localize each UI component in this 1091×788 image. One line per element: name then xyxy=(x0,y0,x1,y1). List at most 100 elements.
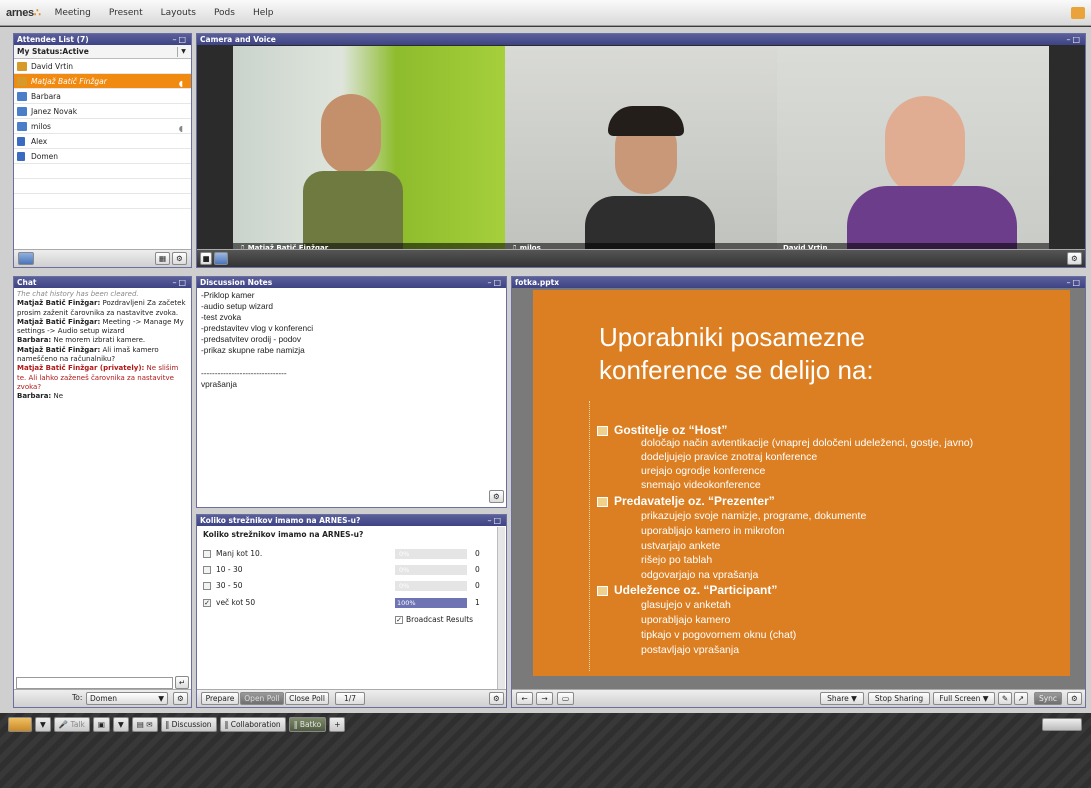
window-controls[interactable]: –□ xyxy=(1066,277,1082,288)
window-controls[interactable]: –□ xyxy=(487,277,503,288)
checkbox[interactable] xyxy=(203,566,211,574)
checkbox[interactable] xyxy=(203,582,211,590)
slide-bullet: glasujejo v anketah xyxy=(641,599,731,611)
poll-option[interactable]: ✓ več kot 50 100% 1 xyxy=(203,597,488,609)
send-icon[interactable]: ↵ xyxy=(175,676,189,689)
slide-bullet: določajo način avtentikacije (vnaprej do… xyxy=(641,437,974,449)
note-line: -audio setup wizard xyxy=(201,301,273,312)
pod-footer: ▦ ⚙ xyxy=(14,249,191,267)
chat-message: Matjaž Batič Finžgar: Ali imaš kamero na… xyxy=(17,345,159,364)
menu-present[interactable]: Present xyxy=(109,8,143,18)
pod-options-icon[interactable]: ⚙ xyxy=(489,692,504,705)
poll-option[interactable]: Manj kot 10. 0% 0 xyxy=(203,548,488,560)
pod-options-icon[interactable]: ⚙ xyxy=(172,252,187,265)
attendee-row[interactable]: Janez Novak xyxy=(14,104,191,119)
sidebar-toggle-icon[interactable]: ▭ xyxy=(557,692,574,705)
prepare-button[interactable]: Prepare xyxy=(201,692,239,705)
note-line: -prikaz skupne rabe namizja xyxy=(201,345,305,356)
poll-page-indicator[interactable]: 1/7 xyxy=(335,692,365,705)
stop-camera-button[interactable]: ■ xyxy=(200,252,212,265)
pod-options-icon[interactable]: ⚙ xyxy=(1067,252,1082,265)
slide-heading: Uporabniki posamezne konference se delijo… xyxy=(599,322,874,385)
video-feed[interactable]: ♫ milos xyxy=(505,46,777,254)
participant-icon xyxy=(17,152,25,161)
chevron-down-icon[interactable]: ▼ xyxy=(112,717,129,732)
slide-bullet: tipkajo v pogovornem oknu (chat) xyxy=(641,629,797,641)
to-label: To: xyxy=(72,693,83,702)
my-status-dropdown[interactable]: My Status:Active ▼ xyxy=(14,45,191,59)
chevron-down-icon[interactable]: ▼ xyxy=(35,717,51,732)
slide-bullet: ustvarjajo ankete xyxy=(641,540,721,552)
open-poll-button[interactable]: Open Poll xyxy=(240,692,284,705)
camera-toolbar: ■ ⚙ xyxy=(197,249,1085,267)
pod-options-icon[interactable]: ⚙ xyxy=(173,692,188,705)
slide-bullet: uporabljajo kamero in mikrofon xyxy=(641,525,785,537)
note-line: ------------------------------- xyxy=(201,367,287,378)
close-poll-button[interactable]: Close Poll xyxy=(285,692,329,705)
chat-pod: Chat –□ The chat history has been cleared… xyxy=(13,276,192,708)
sync-toggle[interactable]: Sync xyxy=(1034,692,1062,705)
window-controls[interactable]: –□ xyxy=(172,277,188,288)
chat-system-note: The chat history has been cleared. xyxy=(17,290,139,298)
share-toolbar: ← → ▭ Share ▼ Stop Sharing Full Screen ▼… xyxy=(512,689,1085,707)
camera-icon[interactable]: ▣ xyxy=(92,717,110,732)
pod-options-icon[interactable]: ⚙ xyxy=(489,490,504,503)
poll-option[interactable]: 30 - 50 0% 0 xyxy=(203,580,488,592)
window-controls[interactable]: –□ xyxy=(1066,34,1082,45)
status-icon[interactable] xyxy=(8,717,32,732)
checkbox[interactable]: ✓ xyxy=(203,599,211,607)
attendee-row[interactable]: milos ◖ xyxy=(14,119,191,134)
grid-view-icon[interactable]: ▦ xyxy=(155,252,170,265)
poll-option[interactable]: 10 - 30 0% 0 xyxy=(203,564,488,576)
talk-button[interactable]: 🎤 Talk xyxy=(53,717,90,732)
pod-title: Camera and Voice –□ xyxy=(197,34,1085,45)
notes-text[interactable]: -Priklop kamer -audio setup wizard -test… xyxy=(197,288,506,392)
video-feed[interactable]: ♫ Matjaž Batič Finžgar xyxy=(233,46,505,254)
window-controls[interactable]: –□ xyxy=(172,34,188,45)
attendee-list-pod: Attendee List (7) –□ My Status:Active ▼ Da… xyxy=(13,33,192,268)
attendee-row[interactable]: Matjaž Batič Finžgar ◖ xyxy=(14,74,191,89)
attendee-row[interactable]: Domen xyxy=(14,149,191,164)
add-layout-button[interactable]: + xyxy=(329,717,346,732)
previous-slide-icon[interactable]: ← xyxy=(516,692,533,705)
layout-icon[interactable]: ▤ ✉ xyxy=(131,717,158,732)
layout-grid-icon[interactable] xyxy=(1042,718,1082,731)
menu-layouts[interactable]: Layouts xyxy=(161,8,196,18)
attendee-row[interactable]: Alex xyxy=(14,134,191,149)
layout-tab-discussion[interactable]: ‖ Discussion xyxy=(160,717,217,732)
attendee-row[interactable]: David Vrtin xyxy=(14,59,191,74)
layout-tab-collaboration[interactable]: ‖ Collaboration xyxy=(219,717,286,732)
window-controls[interactable]: –□ xyxy=(487,515,503,526)
checkbox[interactable] xyxy=(203,550,211,558)
discussion-notes-pod: Discussion Notes –□ -Priklop kamer -audio… xyxy=(196,276,507,508)
attendee-row[interactable]: Barbara xyxy=(14,89,191,104)
full-screen-dropdown[interactable]: Full Screen ▼ xyxy=(933,692,995,705)
menu-meeting[interactable]: Meeting xyxy=(55,8,91,18)
stop-sharing-button[interactable]: Stop Sharing xyxy=(868,692,930,705)
share-dropdown[interactable]: Share ▼ xyxy=(820,692,864,705)
slide-section: Predavatelje oz. “Prezenter” xyxy=(597,494,775,508)
chevron-down-icon[interactable]: ▼ xyxy=(177,47,189,57)
role-change-button[interactable] xyxy=(18,252,34,265)
next-slide-icon[interactable]: → xyxy=(536,692,553,705)
chat-input[interactable] xyxy=(16,677,173,689)
scrollbar[interactable] xyxy=(497,527,505,689)
pod-title: Discussion Notes –□ xyxy=(197,277,506,288)
menu-pods[interactable]: Pods xyxy=(214,8,235,18)
chat-footer: To: Domen ▼ ⚙ xyxy=(14,689,191,707)
slide-bullet: dodeljujejo pravice znotraj konference xyxy=(641,451,818,463)
camera-icon[interactable] xyxy=(214,252,228,265)
layout-tab-batko[interactable]: ‖ Batko xyxy=(288,717,327,732)
presenter-icon xyxy=(17,107,27,116)
menu-help[interactable]: Help xyxy=(253,8,274,18)
note-line: -predsatvitev orodij - podov xyxy=(201,334,302,345)
user-role-icon[interactable] xyxy=(1071,7,1085,19)
broadcast-results-checkbox[interactable]: ✓ Broadcast Results xyxy=(395,615,473,624)
recipient-dropdown[interactable]: Domen ▼ xyxy=(86,692,168,705)
pointer-icon[interactable]: ↗ xyxy=(1014,692,1028,705)
slide-bullet: prikazujejo svoje namizje, programe, dok… xyxy=(641,510,867,522)
poll-question: Koliko strežnikov imamo na ARNES-u? xyxy=(203,530,364,539)
video-feed[interactable]: David Vrtin xyxy=(777,46,1049,254)
pod-options-icon[interactable]: ⚙ xyxy=(1067,692,1082,705)
draw-tool-icon[interactable]: ✎ xyxy=(998,692,1012,705)
